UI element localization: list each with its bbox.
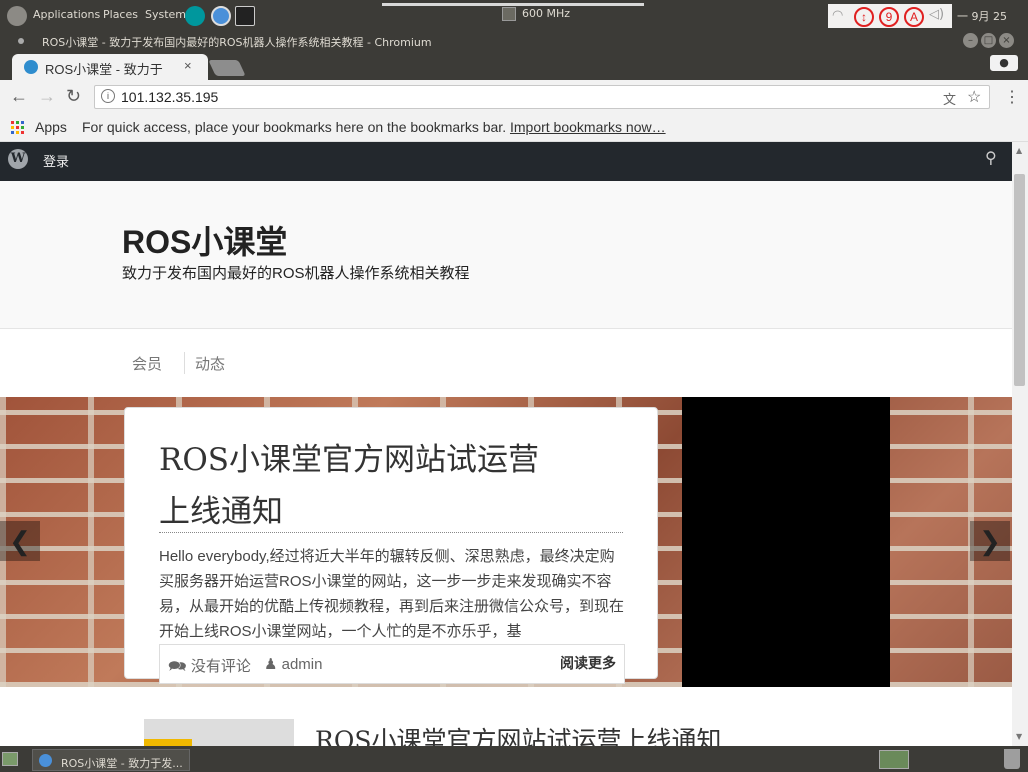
scrollbar-thumb[interactable] <box>1014 174 1025 386</box>
slider-next-button[interactable]: ❯ <box>970 521 1010 561</box>
scroll-up-icon[interactable]: ▲ <box>1016 146 1022 155</box>
wp-admin-bar: W 登录 ⚲ <box>0 142 1012 181</box>
comments-meta[interactable]: 🗪 没有评论 <box>168 655 251 681</box>
profile-button[interactable]: ● <box>990 55 1018 71</box>
translate-icon[interactable]: 文 <box>943 89 956 108</box>
bottom-taskbar: ROS小课堂 - 致力于发... <box>0 746 1028 772</box>
window-titlebar: ROS小课堂 - 致力于发布国内最好的ROS机器人操作系统相关教程 - Chro… <box>0 30 1028 52</box>
wordpress-logo-icon[interactable]: W <box>8 149 28 169</box>
nav-divider <box>184 352 185 374</box>
desktop: Applications Places System 600 MHz ◠ ↕ 9… <box>0 0 1028 772</box>
featured-post-title[interactable]: ROS小课堂官方网站试运营上线通知 <box>159 434 539 538</box>
volume-icon[interactable]: ◁) <box>929 7 944 22</box>
post-thumbnail[interactable] <box>144 719 294 746</box>
ubuntu-menu-icon[interactable] <box>7 6 27 26</box>
system-tray: ◠ ↕ 9 A ◁) <box>828 4 952 28</box>
cpu-chip-icon <box>502 7 516 21</box>
page-scrollbar[interactable]: ▲ ▼ <box>1012 142 1028 746</box>
back-arrow-icon[interactable]: ← <box>10 86 28 107</box>
web-page: W 登录 ⚲ ROS小课堂 致力于发布国内最好的ROS机器人操作系统相关教程 会… <box>0 142 1012 746</box>
browser-toolbar: ← → ↻ i 101.132.35.195 文 ☆ ⋮ <box>0 80 1028 114</box>
search-icon[interactable]: ⚲ <box>985 148 997 168</box>
terminal-launcher-icon[interactable] <box>235 6 255 26</box>
apps-shortcut[interactable]: Apps <box>35 119 67 135</box>
tray-badge-updown[interactable]: ↕ <box>854 7 874 27</box>
show-desktop-icon[interactable] <box>2 752 18 766</box>
site-info-icon[interactable]: i <box>101 89 115 103</box>
tab-ros[interactable]: ROS小课堂 - 致力于 × <box>12 54 208 80</box>
bookmark-star-icon[interactable]: ☆ <box>967 87 981 107</box>
window-title: ROS小课堂 - 致力于发布国内最好的ROS机器人操作系统相关教程 - Chro… <box>42 36 432 49</box>
bookmarks-bar: Apps For quick access, place your bookma… <box>0 114 1028 142</box>
new-tab-button[interactable] <box>208 60 246 76</box>
site-nav: 会员 动态 <box>0 330 1012 396</box>
featured-post-card: ROS小课堂官方网站试运营上线通知 Hello everybody,经过将近大半… <box>124 407 658 684</box>
post-list-title[interactable]: ROS小课堂官方网站试运营上线通知 <box>315 721 721 746</box>
author-label: admin <box>281 656 323 673</box>
scroll-down-icon[interactable]: ▼ <box>1016 732 1022 741</box>
import-bookmarks-link[interactable]: Import bookmarks now… <box>510 119 666 135</box>
post-meta-bar: 🗪 没有评论 ♟ admin 阅读更多 <box>159 644 625 684</box>
tab-label: ROS小课堂 - 致力于 <box>45 62 163 77</box>
forward-arrow-icon[interactable]: → <box>38 86 56 107</box>
site-tagline: 致力于发布国内最好的ROS机器人操作系统相关教程 <box>122 265 470 282</box>
window-dot-icon <box>18 38 24 44</box>
maximize-button[interactable]: □ <box>981 33 996 48</box>
menu-applications[interactable]: Applications <box>33 8 100 21</box>
trash-icon[interactable] <box>1004 749 1020 769</box>
menu-places[interactable]: Places <box>103 8 138 21</box>
login-link[interactable]: 登录 <box>43 151 69 170</box>
thumbnail-badge <box>144 739 192 746</box>
bookmarks-hint: For quick access, place your bookmarks h… <box>82 119 666 135</box>
cpu-frequency: 600 MHz <box>502 7 570 21</box>
comments-label: 没有评论 <box>190 658 251 675</box>
tab-close-icon[interactable]: × <box>184 58 192 73</box>
url-text[interactable]: 101.132.35.195 <box>121 89 218 105</box>
featured-slider: ROS小课堂官方网站试运营上线通知 Hello everybody,经过将近大半… <box>0 397 1012 687</box>
address-bar[interactable]: i 101.132.35.195 文 ☆ <box>94 85 990 109</box>
tray-badge-a[interactable]: A <box>904 7 924 27</box>
tab-strip: ROS小课堂 - 致力于 × ● <box>0 52 1028 80</box>
wifi-icon[interactable]: ◠ <box>832 8 843 23</box>
minimize-button[interactable]: – <box>963 33 978 48</box>
user-icon: ♟ <box>264 656 278 673</box>
slider-prev-button[interactable]: ❮ <box>0 521 40 561</box>
taskbar-item-label: ROS小课堂 - 致力于发... <box>61 757 183 770</box>
apps-grid-icon[interactable] <box>11 121 24 134</box>
close-window-button[interactable]: × <box>999 33 1014 48</box>
workspace-switcher[interactable] <box>879 750 909 769</box>
menu-system[interactable]: System <box>145 8 186 21</box>
read-more-link[interactable]: 阅读更多 <box>560 653 616 673</box>
site-title[interactable]: ROS小课堂 <box>122 217 287 263</box>
menu-dots-icon[interactable]: ⋮ <box>1004 87 1020 107</box>
author-meta[interactable]: ♟ admin <box>264 655 322 673</box>
taskbar-item-chromium[interactable]: ROS小课堂 - 致力于发... <box>32 749 190 771</box>
nav-item-members[interactable]: 会员 <box>132 353 162 374</box>
video-player[interactable] <box>682 397 890 687</box>
site-favicon-icon <box>24 60 38 74</box>
reload-icon[interactable]: ↻ <box>66 86 81 107</box>
cpu-frequency-label: 600 MHz <box>522 7 571 20</box>
nav-item-activity[interactable]: 动态 <box>195 353 225 374</box>
arduino-launcher-icon[interactable] <box>185 6 205 26</box>
system-panel: Applications Places System 600 MHz ◠ ↕ 9… <box>0 0 1028 30</box>
chromium-launcher-icon[interactable] <box>211 6 231 26</box>
site-header: ROS小课堂 致力于发布国内最好的ROS机器人操作系统相关教程 <box>0 181 1012 329</box>
load-indicator <box>382 3 644 6</box>
bookmarks-hint-text: For quick access, place your bookmarks h… <box>82 119 507 135</box>
post-list-item: ROS小课堂官方网站试运营上线通知 <box>0 688 1012 746</box>
featured-post-excerpt: Hello everybody,经过将近大半年的辗转反侧、深思熟虑，最终决定购买… <box>159 548 625 640</box>
clock[interactable]: 一 9月 25 <box>957 8 1007 24</box>
tray-badge-9[interactable]: 9 <box>879 7 899 27</box>
chromium-icon <box>39 754 52 767</box>
comment-icon: 🗪 <box>168 658 187 675</box>
title-divider <box>159 532 623 533</box>
